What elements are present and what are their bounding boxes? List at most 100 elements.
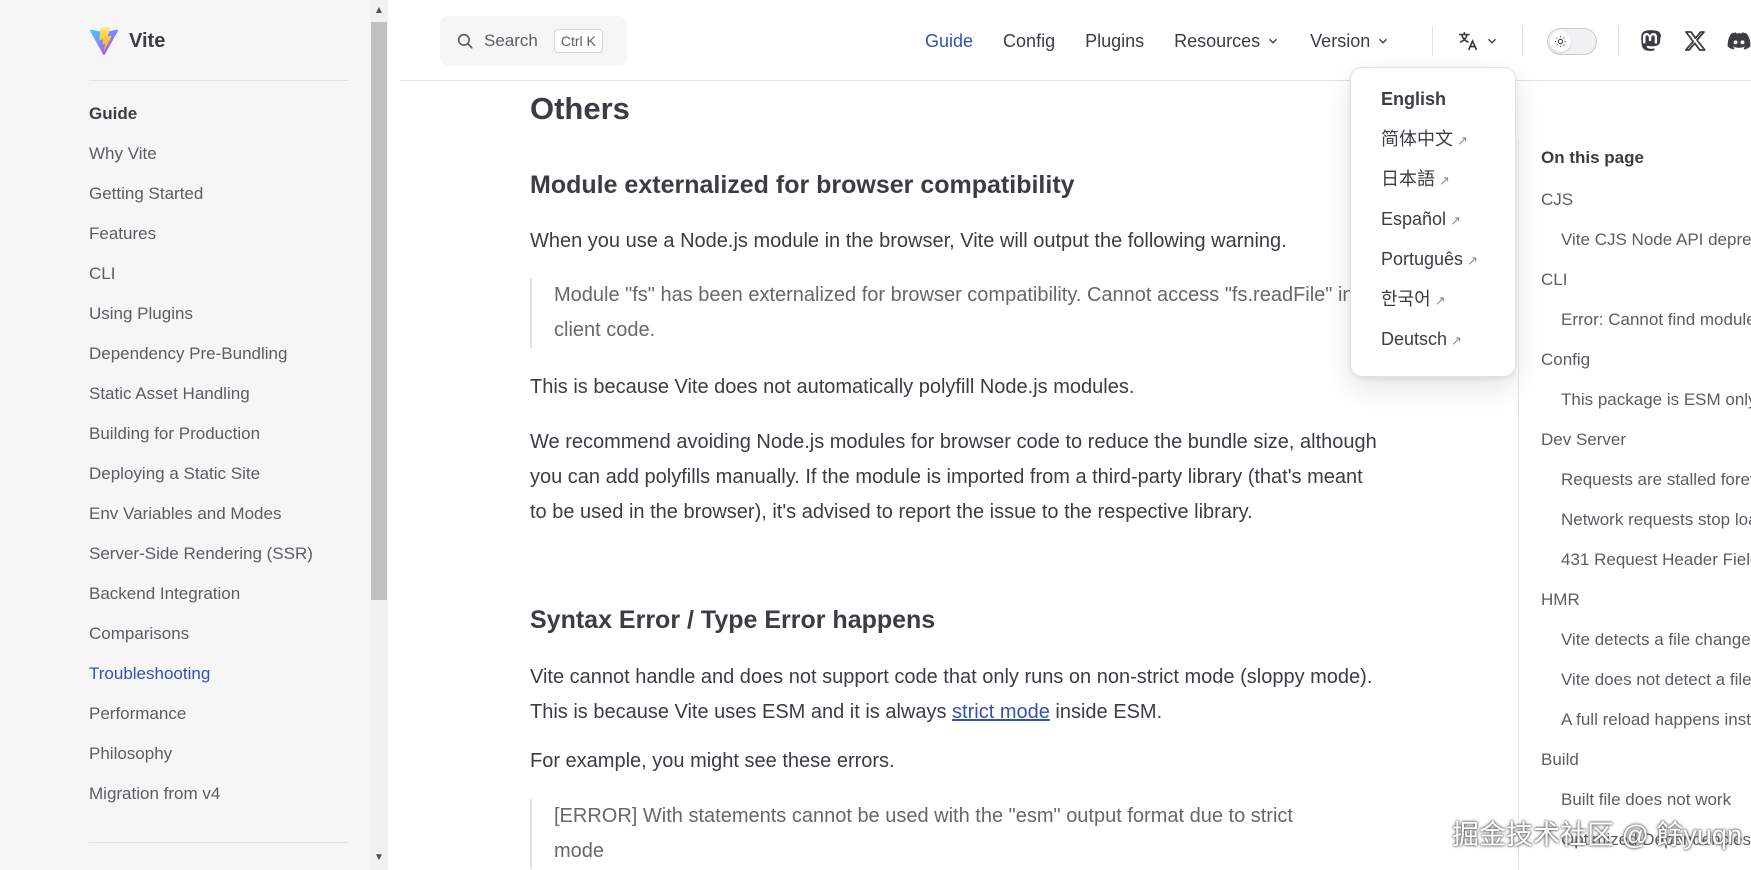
brand[interactable]: Vite [89,24,165,58]
outline-item-dev-server[interactable]: Dev Server [1541,428,1751,468]
heading-syntax-error: Syntax Error / Type Error happens [530,606,936,634]
external-link-icon: ↗ [1450,213,1461,228]
search-shortcut-key: Ctrl K [553,29,603,53]
paragraph-warning: When you use a Node.js module in the bro… [530,230,1287,252]
outline-list: CJS Vite CJS Node API deprecated CLI Err… [1541,188,1751,868]
language-switcher-button[interactable] [1457,26,1499,56]
sidebar-divider [89,80,349,81]
outline-item-requests-stalled[interactable]: Requests are stalled forever [1541,468,1751,508]
external-link-icon: ↗ [1434,293,1446,308]
sidebar-scrollbar-thumb[interactable] [371,22,387,600]
outline-item-431[interactable]: 431 Request Header Fields Too Large [1541,548,1751,588]
heading-module-externalized: Module externalized for browser compatib… [530,171,1075,199]
sidebar-item-troubleshooting[interactable]: Troubleshooting [89,660,359,688]
sidebar-item-features[interactable]: Features [89,220,359,248]
theme-toggle[interactable] [1547,28,1597,55]
chevron-down-icon [1269,38,1278,44]
sidebar-item-comparisons[interactable]: Comparisons [89,620,359,648]
search-label: Search [484,31,538,50]
sidebar-item-dependency-pre-bundling[interactable]: Dependency Pre-Bundling [89,340,359,368]
nav-divider [1432,26,1433,56]
nav-resources-label: Resources [1174,30,1261,51]
top-nav-links: Guide Config Plugins Resources Version [925,24,1420,58]
nav-plugins[interactable]: Plugins [1085,31,1144,52]
nav-guide[interactable]: Guide [925,31,973,52]
outline-item-cannot-find-module[interactable]: Error: Cannot find module [1541,308,1751,348]
paragraph-recommend: We recommend avoiding Node.js modules fo… [530,431,1377,523]
nav-config[interactable]: Config [1003,31,1055,52]
language-item-es[interactable]: Español ↗ [1351,206,1515,246]
watermark-text: 掘金技术社区 @ 餘yuqn [1452,820,1742,850]
chevron-down-icon [1488,38,1496,44]
outline-item-cjs[interactable]: CJS [1541,188,1751,228]
on-this-page-outline: On this page CJS Vite CJS Node API depre… [1518,140,1751,870]
sidebar-divider-bottom [89,842,349,843]
sidebar-item-building-for-production[interactable]: Building for Production [89,420,359,448]
language-item-ko[interactable]: 한국어 ↗ [1351,286,1515,326]
sidebar-item-why-vite[interactable]: Why Vite [89,140,359,168]
outline-item-no-file-change[interactable]: Vite does not detect a file change [1541,668,1751,708]
sidebar-item-backend-integration[interactable]: Backend Integration [89,580,359,608]
outline-item-config[interactable]: Config [1541,348,1751,388]
discord-icon [1727,32,1751,50]
sidebar-section-title[interactable]: Guide [89,100,359,128]
scroll-up-arrow-icon[interactable]: ▲ [374,6,384,16]
sidebar-nav: Guide Why Vite Getting Started Features … [89,100,359,820]
external-link-icon: ↗ [1439,173,1450,188]
scroll-down-arrow-icon[interactable]: ▼ [374,853,384,863]
sidebar-item-getting-started[interactable]: Getting Started [89,180,359,208]
search-icon [457,33,473,49]
outline-item-full-reload[interactable]: A full reload happens instead [1541,708,1751,748]
search-button[interactable]: Search Ctrl K [440,16,627,66]
discord-link[interactable] [1726,26,1751,56]
language-item-ja[interactable]: 日本語 ↗ [1351,166,1515,206]
outline-item-cjs-deprecated[interactable]: Vite CJS Node API deprecated [1541,228,1751,268]
x-twitter-link[interactable] [1683,26,1707,56]
sidebar-item-env-variables[interactable]: Env Variables and Modes [89,500,359,528]
sidebar-item-migration[interactable]: Migration from v4 [89,780,359,808]
strict-text-after: inside ESM. [1049,701,1163,723]
paragraph-polyfill: This is because Vite does not automatica… [530,376,1135,398]
sidebar-item-performance[interactable]: Performance [89,700,359,728]
vite-logo-icon [89,26,119,56]
sun-icon [1555,36,1566,47]
sidebar-item-static-asset-handling[interactable]: Static Asset Handling [89,380,359,408]
outline-item-esm-only[interactable]: This package is ESM only [1541,388,1751,428]
language-dropdown-menu: English 简体中文 ↗ 日本語 ↗ Español ↗ Português ↗ 한… [1350,67,1516,377]
language-label-zh: 简体中文 [1381,129,1453,149]
blockquote-esm-error: [ERROR] With statements cannot be used w… [530,799,1330,869]
outline-item-hmr[interactable]: HMR [1541,588,1751,628]
sidebar-item-cli[interactable]: CLI [89,260,359,288]
nav-divider [1522,26,1523,56]
sidebar-item-ssr[interactable]: Server-Side Rendering (SSR) [89,540,359,568]
blockquote-fs-warning: Module "fs" has been externalized for br… [530,278,1360,348]
x-twitter-icon [1684,31,1706,51]
sidebar-item-philosophy[interactable]: Philosophy [89,740,359,768]
nav-resources-dropdown[interactable]: Resources [1174,31,1280,52]
external-link-icon: ↗ [1451,333,1462,348]
language-item-english[interactable]: English [1351,86,1515,126]
outline-item-build[interactable]: Build [1541,748,1751,788]
language-label-es: Español [1381,209,1447,229]
nav-version-dropdown[interactable]: Version [1310,31,1390,52]
paragraph-example: For example, you might see these errors. [530,750,895,772]
language-item-de[interactable]: Deutsch ↗ [1351,326,1515,366]
translate-icon [1458,31,1478,51]
language-label-pt: Português [1381,249,1464,269]
paragraph-strict-mode: Vite cannot handle and does not support … [530,660,1380,730]
external-link-icon: ↗ [1467,253,1478,268]
sidebar-item-deploying-static-site[interactable]: Deploying a Static Site [89,460,359,488]
language-label-ja: 日本語 [1381,169,1435,189]
theme-toggle-knob [1550,31,1571,52]
outline-item-network-requests[interactable]: Network requests stop loading [1541,508,1751,548]
sidebar-item-using-plugins[interactable]: Using Plugins [89,300,359,328]
language-item-pt[interactable]: Português ↗ [1351,246,1515,286]
outline-title: On this page [1541,148,1644,167]
outline-item-file-change[interactable]: Vite detects a file change [1541,628,1751,668]
brand-title: Vite [129,29,166,52]
mastodon-link[interactable] [1638,26,1664,56]
strict-mode-link[interactable]: strict mode [952,701,1050,723]
language-item-zh[interactable]: 简体中文 ↗ [1351,126,1515,166]
outline-item-cli[interactable]: CLI [1541,268,1751,308]
nav-divider [1618,26,1619,56]
